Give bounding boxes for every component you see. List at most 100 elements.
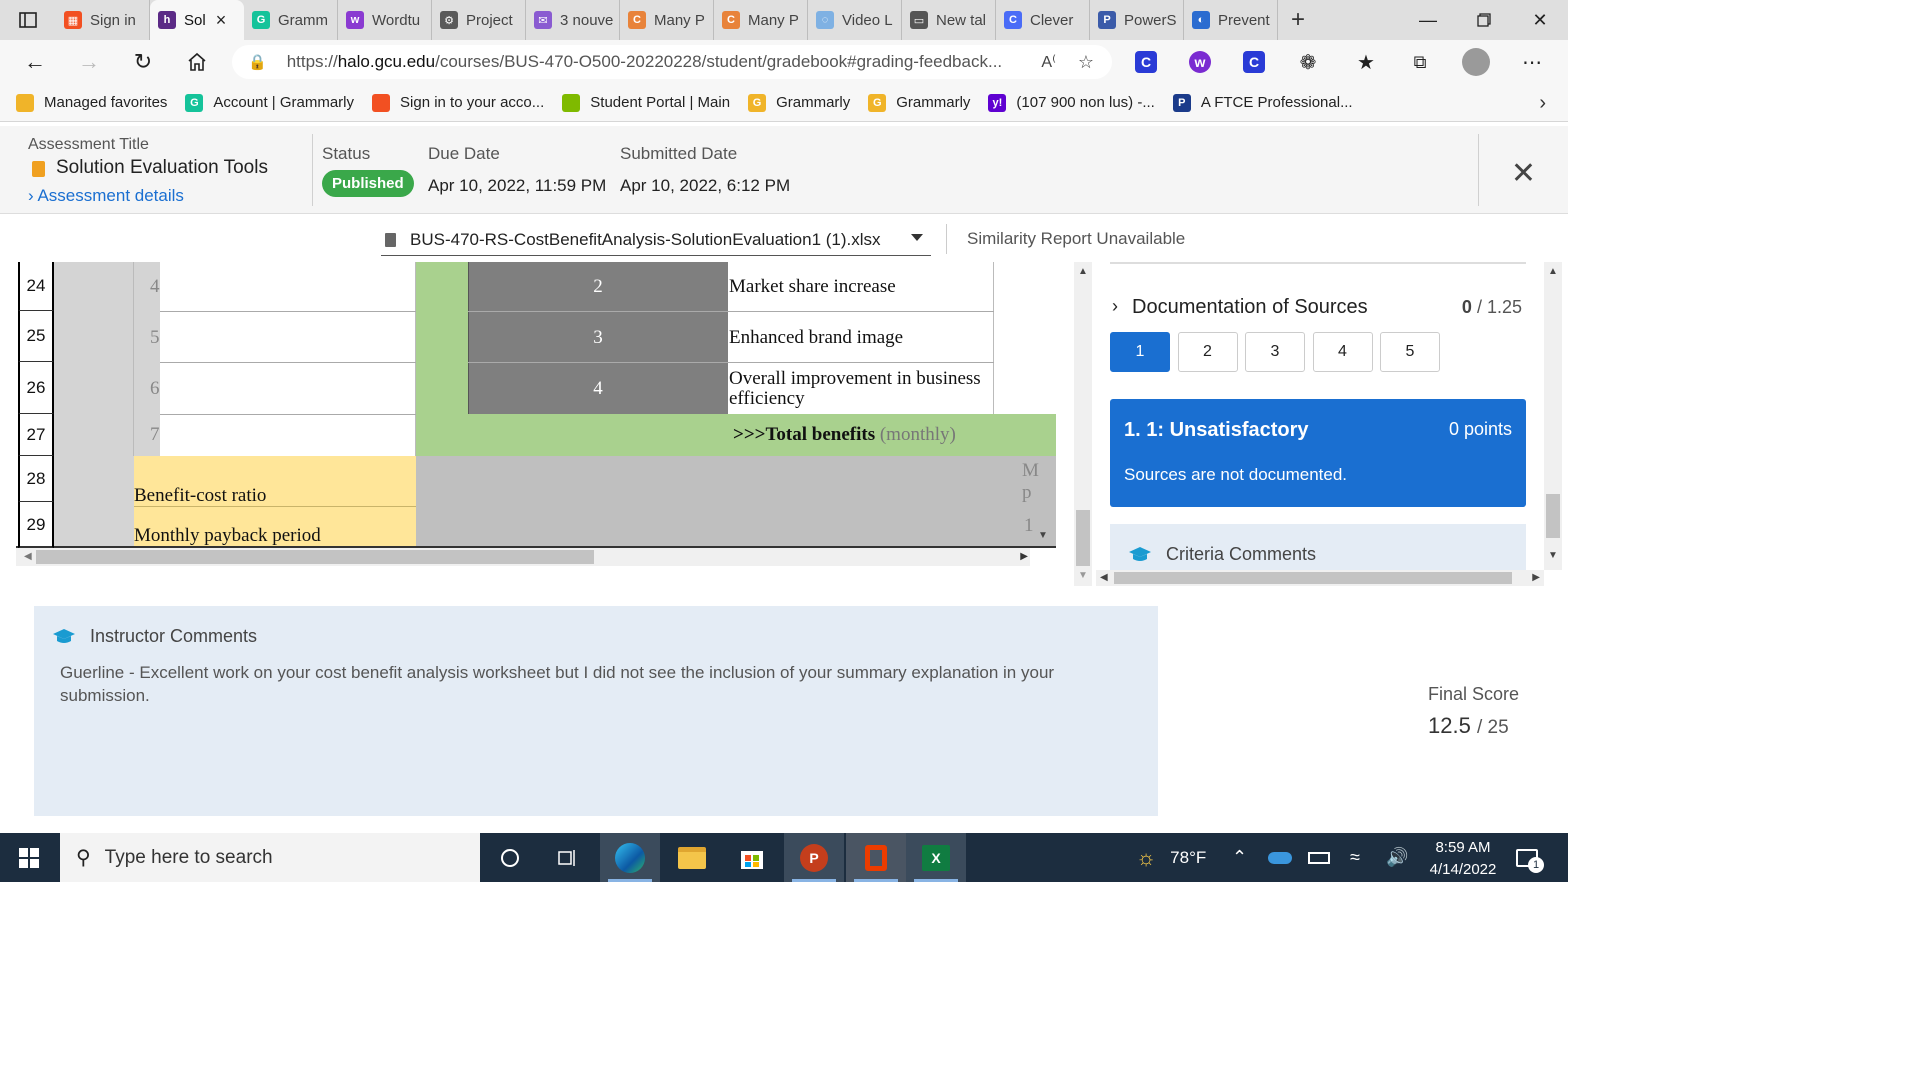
close-window-button[interactable]: ✕ xyxy=(1512,0,1568,40)
bookmark-favicon-icon: G xyxy=(748,93,767,112)
taskbar-file-explorer-button[interactable] xyxy=(662,833,722,882)
favorites-button[interactable]: ★ xyxy=(1350,46,1382,78)
taskbar-store-button[interactable] xyxy=(722,833,782,882)
rubric-level-button[interactable]: 5 xyxy=(1380,332,1440,372)
viewer-vertical-scrollbar[interactable]: ▲ ▼ xyxy=(1074,262,1092,586)
assessment-details-link[interactable]: › Assessment details xyxy=(28,186,184,206)
scroll-left-arrow-icon[interactable]: ◀ xyxy=(24,551,32,562)
cortana-button[interactable] xyxy=(480,833,540,882)
url-text: https://halo.gcu.edu/courses/BUS-470-O50… xyxy=(286,52,1003,71)
browser-tab[interactable]: C Many P xyxy=(620,0,714,40)
rubric-level-button[interactable]: 4 xyxy=(1312,332,1373,372)
scroll-down-arrow-icon[interactable]: ▼ xyxy=(1548,550,1558,561)
bookmark-item[interactable]: P A FTCE Professional... xyxy=(1172,93,1353,112)
onedrive-icon[interactable] xyxy=(1268,833,1292,882)
close-icon[interactable]: ✕ xyxy=(1511,156,1536,191)
tab-favicon-icon: h xyxy=(158,11,176,29)
bookmark-item[interactable]: y! (107 900 non lus) -... xyxy=(988,93,1155,112)
scroll-down-arrow-icon[interactable]: ▼ xyxy=(1078,570,1088,581)
show-hidden-icons-button[interactable]: ⌃ xyxy=(1232,833,1247,882)
forward-button[interactable]: → xyxy=(62,40,116,84)
clock[interactable]: 8:59 AM 4/14/2022 xyxy=(1418,837,1508,881)
new-tab-button[interactable]: + xyxy=(1278,6,1318,34)
scroll-right-arrow-icon[interactable]: ▶ xyxy=(1532,572,1540,583)
scrollbar-thumb[interactable] xyxy=(1114,572,1512,584)
taskbar-edge-button[interactable] xyxy=(600,833,660,882)
browser-tab[interactable]: P PowerS xyxy=(1090,0,1184,40)
browser-tab[interactable]: w Wordtu xyxy=(338,0,432,40)
start-button[interactable] xyxy=(0,833,58,882)
scrollbar-thumb[interactable] xyxy=(1546,494,1560,538)
browser-tab[interactable]: C Clever xyxy=(996,0,1090,40)
settings-more-button[interactable]: ⋯ xyxy=(1516,46,1548,78)
taskbar-excel-button[interactable]: X xyxy=(906,833,966,882)
extensions-button[interactable]: ❁ xyxy=(1292,46,1324,78)
url-input[interactable]: 🔒 https://halo.gcu.edu/courses/BUS-470-O… xyxy=(232,45,1112,79)
back-button[interactable]: ← xyxy=(8,40,62,84)
browser-tab[interactable]: ◐ Prevent xyxy=(1184,0,1278,40)
task-view-button[interactable] xyxy=(538,833,598,882)
refresh-button[interactable]: ↻ xyxy=(116,40,170,84)
browser-tab[interactable]: ⚙ Project xyxy=(432,0,526,40)
browser-tab[interactable]: h Sol × xyxy=(150,0,244,40)
scroll-left-arrow-icon[interactable]: ◀ xyxy=(1100,572,1108,583)
home-button[interactable] xyxy=(170,40,224,84)
criteria-comments-box[interactable]: Criteria Comments xyxy=(1110,524,1526,570)
add-favorite-icon[interactable]: ☆ xyxy=(1078,52,1094,73)
collections-button[interactable]: ⧉ xyxy=(1404,46,1436,78)
browser-tab[interactable]: ▭ New tal xyxy=(902,0,996,40)
read-aloud-icon[interactable]: A⁽ xyxy=(1041,52,1056,72)
scrollbar-thumb[interactable] xyxy=(1076,510,1090,566)
chevron-right-icon[interactable]: › xyxy=(1539,92,1546,115)
scroll-up-arrow-icon[interactable]: ▲ xyxy=(1078,266,1088,277)
scrollbar-thumb[interactable] xyxy=(36,550,594,564)
document-icon xyxy=(32,161,45,177)
bookmark-item[interactable]: Student Portal | Main xyxy=(562,93,730,112)
restore-button[interactable] xyxy=(1456,0,1512,40)
browser-tab[interactable]: C Many P xyxy=(714,0,808,40)
taskbar-search-input[interactable]: ⚲ Type here to search xyxy=(60,833,480,882)
sheet-horizontal-scrollbar[interactable]: ◀ ▶ xyxy=(16,548,1030,566)
battery-icon[interactable] xyxy=(1308,833,1330,882)
rubric-vertical-scrollbar[interactable]: ▲ ▼ xyxy=(1544,262,1562,570)
rubric-level-button[interactable]: 2 xyxy=(1177,332,1238,372)
bookmark-item[interactable]: Sign in to your acco... xyxy=(372,93,544,112)
browser-tab[interactable]: ◌ Video L xyxy=(808,0,902,40)
scroll-up-arrow-icon[interactable]: ▲ xyxy=(1548,266,1558,277)
scroll-down-arrow-icon[interactable]: ▼ xyxy=(1038,530,1048,541)
wifi-icon[interactable]: ≈ xyxy=(1350,833,1360,882)
minimize-button[interactable]: — xyxy=(1400,0,1456,40)
notifications-button[interactable]: 1 xyxy=(1516,833,1544,882)
taskbar-powerpoint-button[interactable]: P xyxy=(784,833,844,882)
scroll-right-arrow-icon[interactable]: ▶ xyxy=(1020,551,1028,562)
profile-button[interactable] xyxy=(1460,46,1492,78)
close-tab-icon[interactable]: × xyxy=(216,10,227,31)
extension-clever-button[interactable]: C xyxy=(1130,46,1162,78)
due-date-value: Apr 10, 2022, 11:59 PM xyxy=(428,176,607,195)
bookmark-item[interactable]: Managed favorites xyxy=(16,93,167,112)
tab-actions-button[interactable] xyxy=(0,0,56,40)
bookmark-item[interactable]: G Account | Grammarly xyxy=(185,93,354,112)
level-name: 1. 1: Unsatisfactory xyxy=(1124,419,1309,441)
restore-icon xyxy=(1477,13,1491,27)
chevron-right-icon[interactable]: › xyxy=(1112,296,1118,317)
browser-tab[interactable]: ✉ 3 nouve xyxy=(526,0,620,40)
rubric-level-button[interactable]: 3 xyxy=(1245,332,1305,372)
weather-widget[interactable]: ☼ 78°F xyxy=(1136,833,1206,882)
criterion-title[interactable]: Documentation of Sources xyxy=(1132,296,1368,319)
extension-clever2-button[interactable]: C xyxy=(1238,46,1270,78)
collections-icon: ⧉ xyxy=(1413,51,1427,72)
rubric-level-button[interactable]: 1 xyxy=(1110,332,1170,372)
bookmark-item[interactable]: G Grammarly xyxy=(868,93,970,112)
browser-tab[interactable]: ▦ Sign in xyxy=(56,0,150,40)
taskbar-office-button[interactable] xyxy=(846,833,906,882)
browser-tab[interactable]: G Gramm xyxy=(244,0,338,40)
gridline xyxy=(468,311,994,312)
spreadsheet-viewer[interactable]: 24 25 26 27 28 29 4 5 6 7 2 3 4 Market s… xyxy=(16,262,1056,586)
file-select[interactable]: BUS-470-RS-CostBenefitAnalysis-SolutionE… xyxy=(381,224,931,256)
extension-wordtune-button[interactable]: w xyxy=(1184,46,1216,78)
volume-icon[interactable]: 🔊 xyxy=(1386,833,1408,882)
rubric-horizontal-scrollbar[interactable]: ◀ ▶ xyxy=(1096,570,1544,586)
divider xyxy=(1478,134,1479,206)
bookmark-item[interactable]: G Grammarly xyxy=(748,93,850,112)
